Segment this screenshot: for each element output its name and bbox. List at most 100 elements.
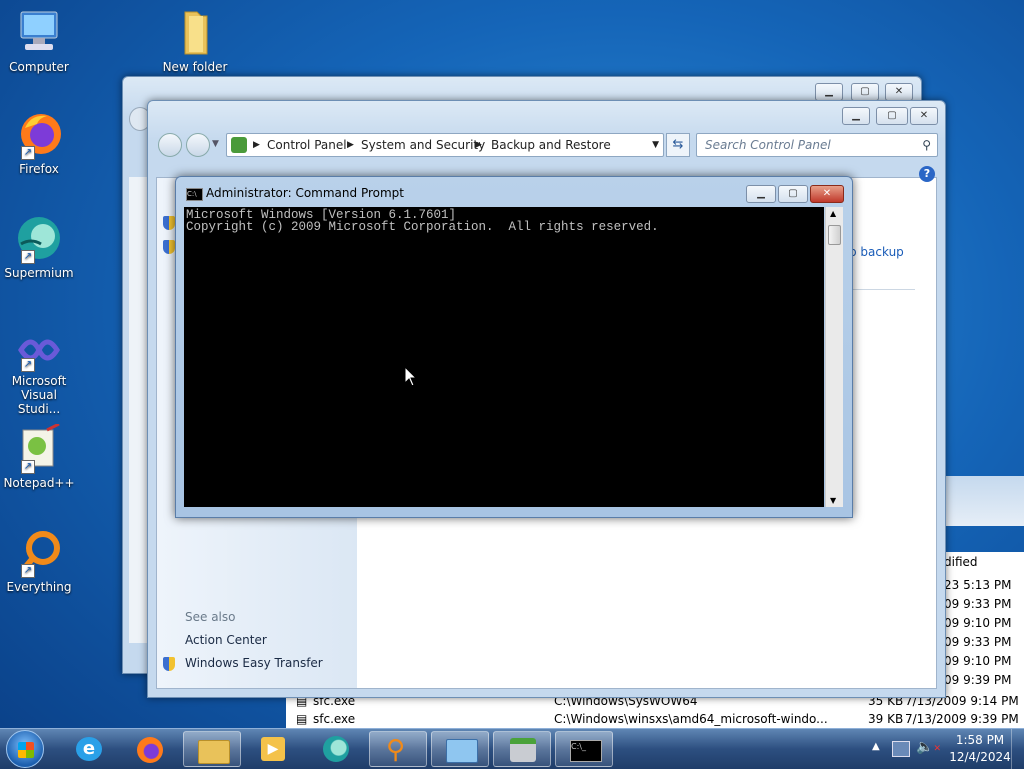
- backup-icon: [510, 738, 536, 762]
- taskbar-firefox[interactable]: [121, 731, 179, 767]
- minimize-button[interactable]: ▁: [842, 107, 870, 125]
- console-output[interactable]: Microsoft Windows [Version 6.1.7601] Copy…: [184, 207, 824, 507]
- firefox-icon: ↗: [15, 110, 63, 160]
- taskbar-media-player[interactable]: ▶: [245, 731, 303, 767]
- network-icon[interactable]: [892, 741, 910, 757]
- refresh-button[interactable]: ⇆: [666, 133, 690, 157]
- shortcut-arrow-icon: ↗: [21, 460, 35, 474]
- desktop-icon-notepadpp[interactable]: ↗ Notepad++: [1, 422, 77, 490]
- volume-muted-icon[interactable]: 🔈✕: [916, 739, 941, 755]
- shortcut-arrow-icon: ↗: [21, 146, 35, 160]
- shortcut-arrow-icon: ↗: [21, 358, 35, 372]
- taskbar-file-explorer[interactable]: [183, 731, 241, 767]
- breadcrumb-separator-icon[interactable]: ▶: [347, 134, 354, 156]
- command-prompt-window[interactable]: C:\ Administrator: Command Prompt ▁ ▢ ✕ …: [175, 176, 853, 518]
- desktop-icon-label: New folder: [162, 60, 228, 74]
- scroll-down-icon[interactable]: ▼: [830, 496, 836, 505]
- close-button[interactable]: ✕: [885, 83, 913, 101]
- breadcrumb-system-security[interactable]: System and Security: [361, 134, 485, 156]
- file-size: 39 KB: [868, 712, 904, 726]
- desktop-icon-label: Notepad++: [3, 476, 75, 490]
- clock-time[interactable]: 1:58 PM: [952, 733, 1008, 747]
- address-bar[interactable]: ▶ Control Panel ▶ System and Security ▶ …: [226, 133, 664, 157]
- maximize-button[interactable]: ▢: [778, 185, 808, 203]
- cmd-icon: C:\: [186, 188, 203, 201]
- search-input[interactable]: Search Control Panel: [705, 134, 831, 156]
- show-desktop-button[interactable]: [1011, 729, 1024, 769]
- file-modified: 7/13/2009 9:39 PM: [905, 712, 1019, 726]
- everything-icon: ↗: [15, 528, 63, 578]
- breadcrumb-backup-restore[interactable]: Backup and Restore: [491, 134, 611, 156]
- scroll-up-icon[interactable]: ▲: [830, 209, 836, 218]
- breadcrumb-separator-icon[interactable]: ▶: [475, 134, 482, 156]
- scroll-thumb[interactable]: [828, 225, 841, 245]
- start-button[interactable]: [6, 730, 44, 768]
- taskbar-backup[interactable]: [493, 731, 551, 767]
- taskbar-command-prompt[interactable]: C:\_: [555, 731, 613, 767]
- system-tray: ▲ 🔈✕ 1:58 PM 12/4/2024: [864, 729, 1024, 769]
- clock-date[interactable]: 12/4/2024: [946, 750, 1014, 764]
- shield-icon: [163, 657, 175, 671]
- desktop-icon-supermium[interactable]: ↗ Supermium: [1, 214, 77, 280]
- computer-icon: [15, 8, 63, 56]
- setup-backup-link[interactable]: p backup: [849, 245, 904, 259]
- desktop-icon-label: Everything: [6, 580, 72, 594]
- desktop-icon-everything[interactable]: ↗ Everything: [1, 528, 77, 594]
- search-icon[interactable]: ⚲: [922, 134, 931, 156]
- breadcrumb-separator-icon[interactable]: ▶: [253, 134, 260, 156]
- recent-pages-chevron-icon[interactable]: ▼: [212, 139, 219, 149]
- modified-cell: 09 9:33 PM: [944, 635, 1012, 649]
- taskbar-internet-explorer[interactable]: e: [60, 731, 118, 767]
- explorer-header-strip: [944, 476, 1024, 526]
- modified-cell: 23 5:13 PM: [944, 578, 1012, 592]
- back-button[interactable]: [158, 133, 182, 157]
- taskbar-supermium[interactable]: [307, 731, 365, 767]
- firefox-icon: [137, 737, 163, 763]
- maximize-button[interactable]: ▢: [876, 107, 908, 125]
- column-header-modified[interactable]: dified: [944, 552, 1024, 572]
- desktop-icon-firefox[interactable]: ↗ Firefox: [1, 110, 77, 176]
- minimize-button[interactable]: ▁: [815, 83, 843, 101]
- console-line: Copyright (c) 2009 Microsoft Corporation…: [186, 220, 659, 234]
- mouse-cursor-icon: [404, 365, 418, 390]
- notepadpp-icon: ↗: [15, 422, 63, 474]
- modified-cell: 09 9:10 PM: [944, 654, 1012, 668]
- taskbar-control-panel[interactable]: [431, 731, 489, 767]
- close-button[interactable]: ✕: [910, 107, 938, 125]
- control-panel-icon: [446, 739, 478, 763]
- maximize-button[interactable]: ▢: [851, 83, 879, 101]
- desktop-icon-computer[interactable]: Computer: [1, 8, 77, 74]
- window-title: Administrator: Command Prompt: [206, 186, 404, 200]
- divider: [849, 289, 915, 290]
- minimize-button[interactable]: ▁: [746, 185, 776, 203]
- forward-button[interactable]: [186, 133, 210, 157]
- folder-icon: [171, 8, 219, 56]
- breadcrumb-control-panel[interactable]: Control Panel: [267, 134, 347, 156]
- control-panel-icon: [231, 137, 247, 153]
- modified-cell: 09 9:33 PM: [944, 597, 1012, 611]
- visual-studio-icon: ↗: [15, 330, 63, 372]
- close-button[interactable]: ✕: [810, 185, 844, 203]
- taskbar-everything[interactable]: ⚲: [369, 731, 427, 767]
- desktop-icon-visual-studio[interactable]: ↗ Microsoft Visual Studi...: [1, 330, 77, 416]
- search-box[interactable]: Search Control Panel ⚲: [696, 133, 938, 157]
- desktop-icon-new-folder[interactable]: New folder: [157, 8, 233, 74]
- show-hidden-icons-icon[interactable]: ▲: [872, 741, 880, 752]
- file-path: C:\Windows\winsxs\amd64_microsoft-windo.…: [554, 712, 828, 726]
- shortcut-arrow-icon: ↗: [21, 564, 35, 578]
- desktop-icon-label: Computer: [9, 60, 69, 74]
- internet-explorer-icon: e: [76, 737, 102, 761]
- shortcut-arrow-icon: ↗: [21, 250, 35, 264]
- modified-cell: 09 9:39 PM: [944, 673, 1012, 687]
- link-action-center[interactable]: Action Center: [185, 633, 267, 647]
- vertical-scrollbar[interactable]: ▲ ▼: [825, 207, 843, 507]
- media-player-icon: ▶: [261, 737, 285, 761]
- folder-icon: [198, 740, 230, 764]
- table-row[interactable]: ▤ sfc.exe C:\Windows\winsxs\amd64_micros…: [286, 710, 1024, 728]
- address-dropdown-icon[interactable]: ▼: [652, 134, 659, 156]
- link-windows-easy-transfer[interactable]: Windows Easy Transfer: [185, 656, 323, 670]
- help-icon[interactable]: ?: [919, 166, 935, 182]
- desktop-icon-label: Supermium: [4, 266, 74, 280]
- desktop-icon-label: Microsoft Visual Studi...: [11, 374, 67, 416]
- cmd-icon: C:\_: [570, 740, 602, 762]
